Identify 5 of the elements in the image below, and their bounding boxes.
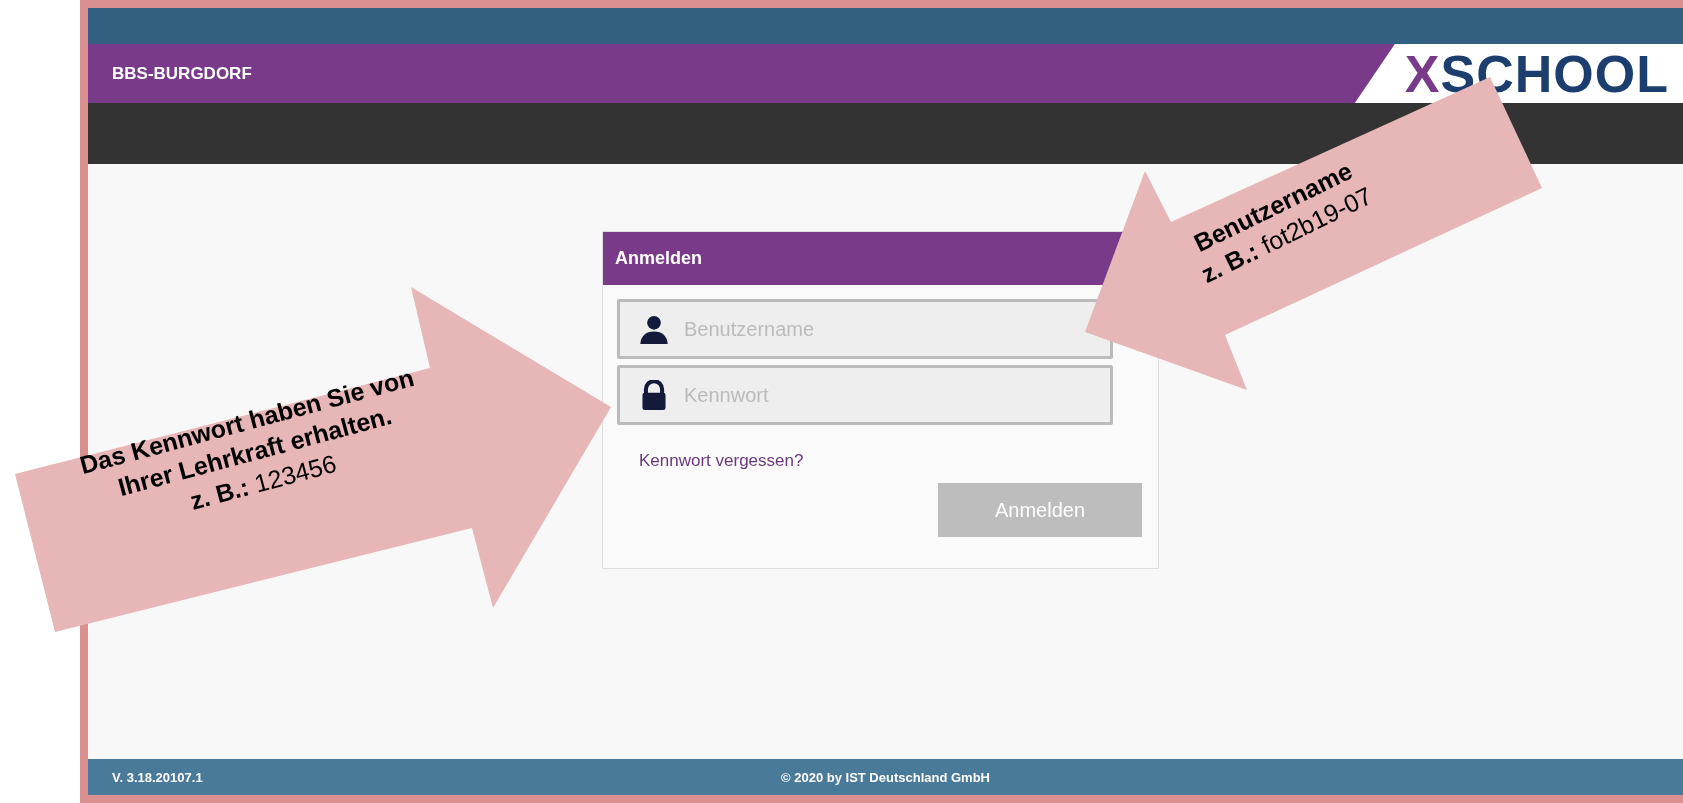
logo-text: XSCHOOL xyxy=(1404,43,1669,104)
forgot-password-link[interactable]: Kennwort vergessen? xyxy=(639,451,804,471)
copyright-text: © 2020 by IST Deutschland GmbH xyxy=(781,769,990,785)
school-name: BBS-BURGDORF xyxy=(112,63,252,84)
version-text: V. 3.18.20107.1 xyxy=(112,769,203,785)
